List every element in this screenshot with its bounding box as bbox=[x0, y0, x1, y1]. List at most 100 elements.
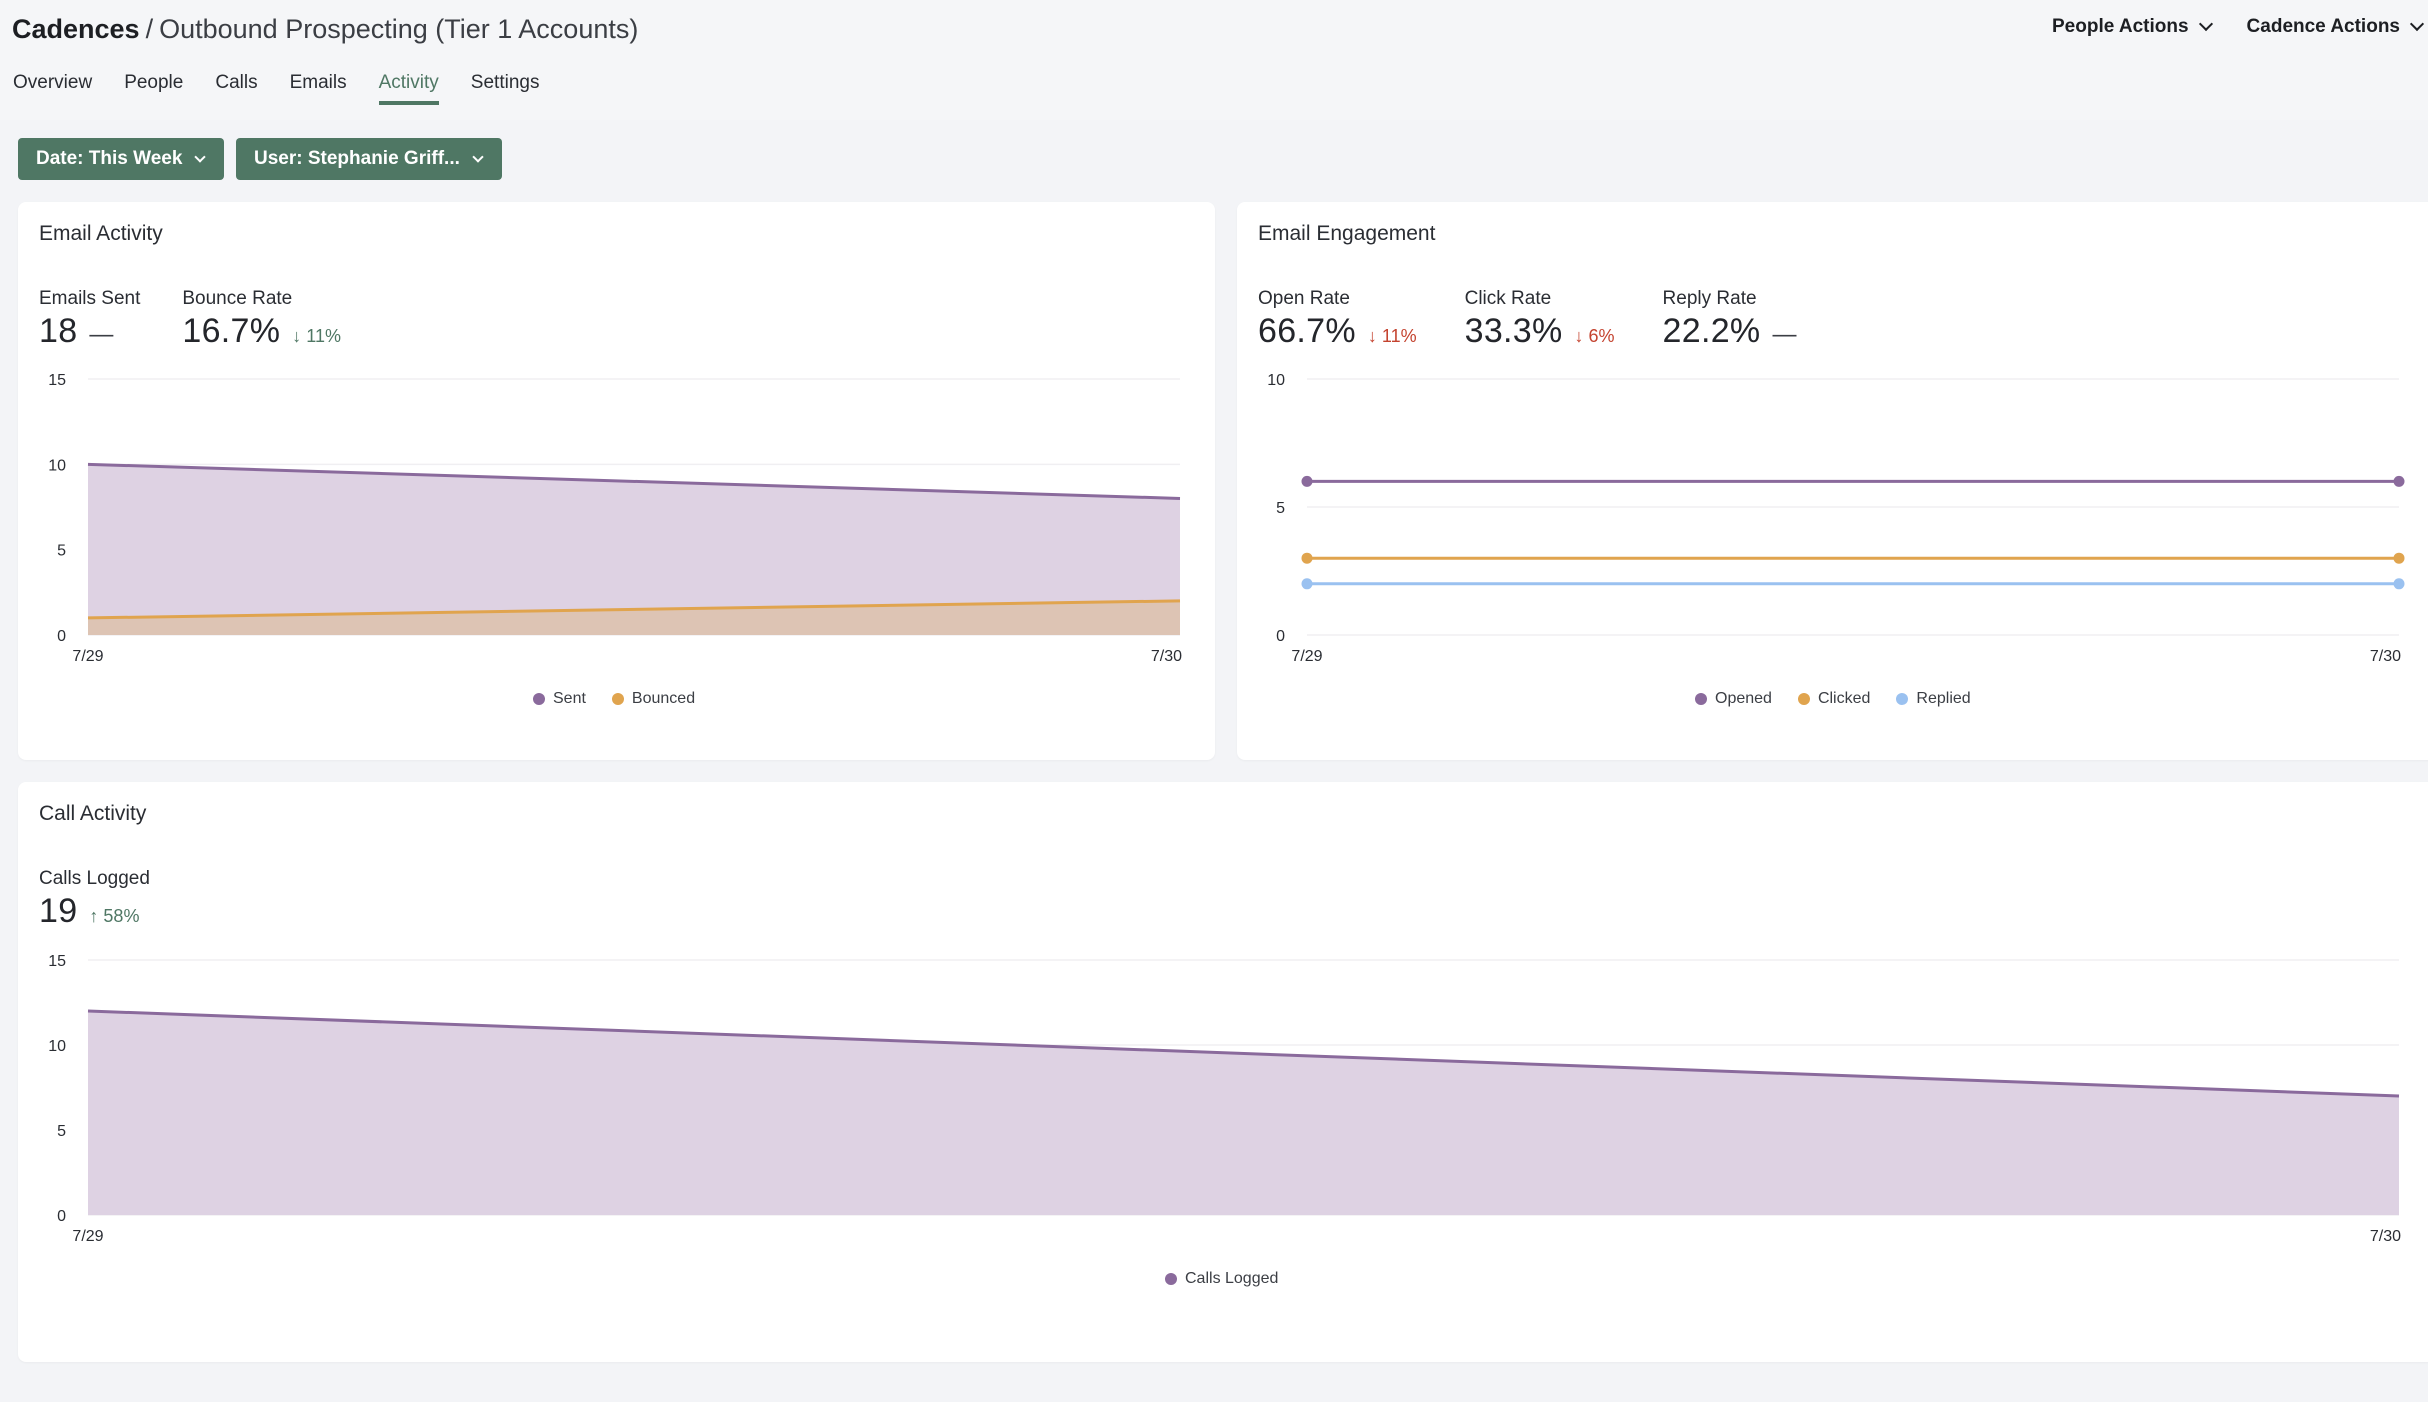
legend-dot bbox=[533, 693, 545, 705]
stat-value: 16.7% bbox=[182, 312, 281, 350]
legend-label: Bounced bbox=[631, 690, 696, 707]
tab-people[interactable]: People bbox=[124, 72, 183, 102]
breadcrumb-cadences[interactable]: Cadences bbox=[12, 14, 140, 44]
tab-emails[interactable]: Emails bbox=[290, 72, 347, 102]
point-clicked bbox=[2393, 552, 2405, 564]
stat-click-rate: Click Rate 33.3% ↓ 6% bbox=[1465, 288, 1615, 351]
point-opened bbox=[2393, 475, 2405, 487]
stats-row: Emails Sent 18 — Bounce Rate 16.7% ↓ 11% bbox=[39, 288, 341, 351]
y-tick-label: 5 bbox=[57, 1123, 66, 1140]
y-tick-label: 10 bbox=[1267, 372, 1285, 389]
page-header: Cadences / Outbound Prospecting (Tier 1 Ac… bbox=[0, 0, 2428, 120]
page-title: Cadences / Outbound Prospecting (Tier 1 Ac… bbox=[12, 14, 638, 45]
email-activity-card: Email Activity Emails Sent 18 — Bounce R… bbox=[18, 202, 1215, 760]
legend-dot bbox=[611, 693, 624, 705]
email-engagement-card: Email Engagement Open Rate 66.7% ↓ 11% C… bbox=[1237, 202, 2428, 760]
y-tick-label: 0 bbox=[57, 628, 66, 645]
legend-dot bbox=[1797, 693, 1810, 705]
filter-bar: Date: This Week User: Stephanie Griff... bbox=[18, 138, 502, 180]
call-activity-chart: 0 5 10 15 7/29 7/30 bbox=[48, 953, 2401, 1245]
stat-reply-rate: Reply Rate 22.2% — bbox=[1663, 288, 1797, 351]
legend-dot bbox=[1896, 693, 1909, 705]
stat-label: Click Rate bbox=[1464, 288, 1552, 309]
call-activity-card: Call Activity Calls Logged 19 ↑ 58% 0 5 10… bbox=[18, 782, 2428, 1362]
stats-row: Calls Logged 19 ↑ 58% bbox=[39, 868, 150, 931]
card-title: Call Activity bbox=[39, 802, 147, 825]
date-filter-label: Date: This Week bbox=[36, 148, 183, 169]
stat-label: Calls Logged bbox=[39, 868, 150, 889]
stat-value: 33.3% bbox=[1464, 312, 1563, 350]
legend-dot bbox=[1695, 693, 1707, 705]
stats-row: Open Rate 66.7% ↓ 11% Click Rate 33.3% ↓… bbox=[1258, 288, 1796, 351]
email-activity-chart: 0 5 10 15 7/29 7/30 bbox=[48, 372, 1182, 665]
x-tick-label: 7/30 bbox=[2370, 648, 2401, 665]
stat-delta: — bbox=[1772, 321, 1797, 348]
tab-bar: Overview People Calls Emails Activity Se… bbox=[13, 72, 540, 105]
y-tick-label: 15 bbox=[48, 372, 66, 389]
chevron-down-icon bbox=[472, 151, 484, 163]
chart-legend: Calls Logged bbox=[1165, 1270, 1278, 1288]
legend-label: Sent bbox=[553, 690, 586, 707]
y-tick-label: 5 bbox=[1276, 500, 1285, 517]
x-tick-label: 7/30 bbox=[2370, 1228, 2401, 1245]
breadcrumb-separator: / bbox=[145, 14, 154, 44]
legend-item-calls-logged[interactable]: Calls Logged bbox=[1165, 1270, 1278, 1288]
legend-dot bbox=[1165, 1273, 1177, 1285]
legend-item-opened[interactable]: Opened bbox=[1695, 690, 1772, 708]
y-tick-label: 10 bbox=[48, 1038, 66, 1055]
cadence-actions-label: Cadence Actions bbox=[2246, 16, 2400, 37]
stat-open-rate: Open Rate 66.7% ↓ 11% bbox=[1258, 288, 1417, 351]
area-calls-logged bbox=[88, 1011, 2399, 1215]
legend-item-bounced[interactable]: Bounced bbox=[611, 690, 696, 708]
x-tick-label: 7/29 bbox=[1291, 648, 1322, 665]
cadence-name: Outbound Prospecting (Tier 1 Accounts) bbox=[159, 14, 639, 44]
people-actions-label: People Actions bbox=[2052, 16, 2189, 37]
chevron-down-icon bbox=[194, 151, 207, 163]
user-filter-label: User: Stephanie Griff... bbox=[254, 148, 460, 169]
stat-value: 19 bbox=[39, 892, 78, 930]
card-title: Email Activity bbox=[39, 222, 163, 245]
stat-value: 18 bbox=[39, 312, 78, 350]
stat-value: 22.2% bbox=[1662, 312, 1761, 350]
chart-legend: Sent Bounced bbox=[533, 690, 695, 708]
point-replied bbox=[1301, 578, 1313, 590]
stat-label: Emails Sent bbox=[39, 288, 141, 309]
point-replied bbox=[2393, 578, 2405, 590]
legend-label: Calls Logged bbox=[1185, 1270, 1279, 1287]
chevron-down-icon bbox=[2198, 16, 2213, 32]
tab-calls[interactable]: Calls bbox=[215, 72, 257, 102]
date-filter-dropdown[interactable]: Date: This Week bbox=[18, 138, 224, 180]
x-tick-label: 7/30 bbox=[1151, 648, 1182, 665]
y-tick-label: 15 bbox=[48, 953, 66, 970]
stat-delta: ↓ 11% bbox=[292, 326, 341, 346]
x-tick-label: 7/29 bbox=[72, 1228, 103, 1245]
chevron-down-icon bbox=[2409, 16, 2425, 32]
tab-activity[interactable]: Activity bbox=[378, 72, 439, 105]
legend-item-replied[interactable]: Replied bbox=[1896, 690, 1971, 708]
stat-emails-sent: Emails Sent 18 — bbox=[39, 288, 140, 351]
tab-settings[interactable]: Settings bbox=[471, 72, 540, 102]
y-tick-label: 5 bbox=[57, 543, 66, 560]
legend-item-sent[interactable]: Sent bbox=[533, 690, 586, 708]
email-engagement-chart: 0 5 10 7/29 7/30 bbox=[1267, 372, 2405, 665]
stat-label: Reply Rate bbox=[1662, 288, 1757, 309]
legend-item-clicked[interactable]: Clicked bbox=[1797, 690, 1871, 708]
stat-delta: ↓ 11% bbox=[1367, 326, 1417, 346]
stat-delta: ↓ 6% bbox=[1574, 326, 1615, 346]
x-tick-label: 7/29 bbox=[72, 648, 103, 665]
stat-label: Open Rate bbox=[1258, 288, 1350, 309]
y-tick-label: 0 bbox=[57, 1208, 66, 1225]
header-actions: People Actions Cadence Actions bbox=[2052, 16, 2425, 38]
legend-label: Clicked bbox=[1817, 690, 1871, 707]
legend-label: Opened bbox=[1715, 690, 1772, 707]
tab-overview[interactable]: Overview bbox=[13, 72, 92, 102]
user-filter-dropdown[interactable]: User: Stephanie Griff... bbox=[236, 138, 502, 180]
stat-bounce-rate: Bounce Rate 16.7% ↓ 11% bbox=[182, 288, 341, 351]
point-clicked bbox=[1301, 552, 1313, 564]
chart-legend: Opened Clicked Replied bbox=[1695, 690, 1971, 708]
cadence-actions-button[interactable]: Cadence Actions bbox=[2246, 16, 2425, 38]
stat-label: Bounce Rate bbox=[182, 288, 293, 309]
card-title: Email Engagement bbox=[1258, 222, 1436, 245]
y-tick-label: 10 bbox=[48, 457, 66, 474]
people-actions-button[interactable]: People Actions bbox=[2052, 16, 2213, 38]
